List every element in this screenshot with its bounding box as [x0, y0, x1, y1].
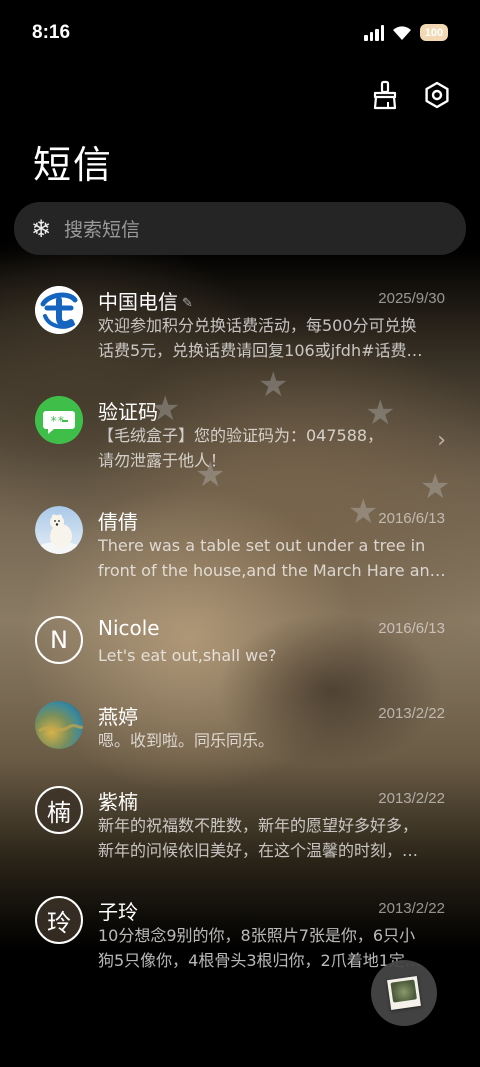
landscape-avatar: [35, 701, 83, 749]
message-preview: Let's eat out,shall we?: [98, 643, 446, 668]
status-icons: 100: [364, 24, 448, 41]
contact-name: Nicole: [98, 616, 160, 640]
search-bar[interactable]: ❄ 搜索短信: [14, 202, 466, 255]
message-preview: 【毛绒盒子】您的验证码为：047588， 请勿泄露于他人！: [98, 423, 446, 473]
photo-icon: [387, 976, 421, 1010]
wifi-icon: [393, 25, 411, 40]
preview-line: 【毛绒盒子】您的验证码为：047588，: [98, 426, 384, 445]
broom-icon[interactable]: [368, 78, 402, 112]
chevron-right-icon: ›: [437, 428, 446, 453]
status-bar: 8:16 100: [0, 0, 480, 68]
search-input[interactable]: 搜索短信: [64, 215, 140, 242]
message-date: 2025/9/30: [378, 290, 445, 307]
status-time: 8:16: [32, 22, 71, 43]
message-preview: 新年的祝福数不胜数，新年的愿望好多好多， 新年的问候依旧美好，在这个温馨的时刻，…: [98, 813, 446, 863]
preview-line: 新年的问候依旧美好，在这个温馨的时刻，…: [98, 841, 419, 860]
contact-name: 倩倩: [98, 510, 138, 534]
message-preview: 嗯。收到啦。同乐同乐。: [98, 728, 446, 753]
contact-name: 验证码: [98, 400, 158, 424]
snowflake-icon: ❄: [30, 214, 52, 243]
contact-name: 燕婷: [98, 705, 138, 729]
preview-line: 10分想念9别的你，8张照片7张是你，6只小: [98, 926, 416, 945]
floating-wallpaper-button[interactable]: [371, 960, 437, 1026]
settings-icon[interactable]: [420, 78, 454, 112]
message-preview: There was a table set out under a tree i…: [98, 533, 446, 583]
contact-name: 子玲: [98, 900, 138, 924]
message-preview: 欢迎参加积分兑换话费活动，每500分可兑换 话费5元，兑换话费请回复106或jf…: [98, 313, 446, 363]
conversation-item[interactable]: N Nicole 2016/6/13 Let's eat out,shall w…: [0, 610, 480, 700]
preview-line: 新年的祝福数不胜数，新年的愿望好多好多，: [98, 816, 419, 835]
message-date: 2016/6/13: [378, 510, 445, 527]
message-date: 2016/6/13: [378, 620, 445, 637]
page-title: 短信: [33, 143, 114, 187]
preview-line: 话费5元，兑换话费请回复106或jfdh#话费…: [98, 341, 423, 360]
preview-line: 嗯。收到啦。同乐同乐。: [98, 731, 275, 750]
telecom-logo-avatar: [35, 286, 83, 334]
contact-name-text: 中国电信: [98, 290, 178, 314]
message-date: 2013/2/22: [378, 705, 445, 722]
message-date: 2013/2/22: [378, 900, 445, 917]
conversation-item[interactable]: ** 验证码 【毛绒盒子】您的验证码为：047588， 请勿泄露于他人！ ›: [0, 390, 480, 480]
preview-line: There was a table set out under a tree i…: [98, 536, 426, 555]
message-bubble-avatar: **: [35, 396, 83, 444]
pencil-icon: ✎: [182, 296, 193, 311]
conversation-item[interactable]: 中国电信 ✎ 2025/9/30 欢迎参加积分兑换话费活动，每500分可兑换 话费…: [0, 280, 480, 370]
conversation-item[interactable]: 楠 紫楠 2013/2/22 新年的祝福数不胜数，新年的愿望好多好多， 新年的问…: [0, 780, 480, 870]
polar-bear-avatar: [35, 506, 83, 554]
preview-line: Let's eat out,shall we?: [98, 646, 277, 665]
conversation-item[interactable]: 倩倩 2016/6/13 There was a table set out u…: [0, 500, 480, 590]
preview-line: 欢迎参加积分兑换话费活动，每500分可兑换: [98, 316, 417, 335]
top-actions: [368, 78, 454, 112]
letter-avatar: 玲: [35, 896, 83, 944]
conversation-item[interactable]: 燕婷 2013/2/22 嗯。收到啦。同乐同乐。: [0, 695, 480, 785]
message-date: 2013/2/22: [378, 790, 445, 807]
preview-line: front of the house,and the March Hare an…: [98, 561, 446, 580]
contact-name: 中国电信 ✎: [98, 286, 193, 315]
battery-icon: 100: [420, 24, 448, 41]
contact-name: 紫楠: [98, 790, 138, 814]
letter-avatar: N: [35, 616, 83, 664]
signal-icon: [364, 24, 384, 41]
preview-line: 请勿泄露于他人！: [98, 451, 227, 470]
letter-avatar: 楠: [35, 786, 83, 834]
